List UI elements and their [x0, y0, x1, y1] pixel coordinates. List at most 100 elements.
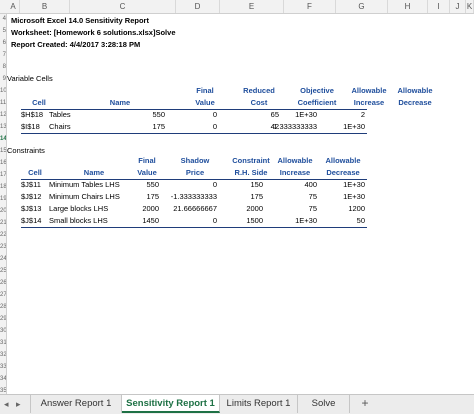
vc-header-objective[interactable]: Objective	[291, 86, 343, 96]
row-header[interactable]: 17	[0, 170, 6, 181]
row-header[interactable]: 15	[0, 146, 6, 157]
con-row-2-final[interactable]: 175	[133, 192, 159, 202]
column-header-f[interactable]: F	[284, 0, 336, 13]
tab-scroll-left-icon[interactable]: ◂	[4, 398, 9, 410]
row-header[interactable]: 21	[0, 218, 6, 229]
row-header[interactable]: 26	[0, 278, 6, 289]
column-header-i[interactable]: I	[428, 0, 450, 13]
con-header-allowable-dec[interactable]: Allowable	[319, 156, 367, 166]
vc-row-1-decrease[interactable]: 2	[317, 110, 365, 120]
column-header-b[interactable]: B	[20, 0, 70, 13]
variable-cells-label[interactable]: Variable Cells	[7, 74, 53, 84]
vc-header-name[interactable]: Name	[67, 98, 173, 108]
con-row-3-cell[interactable]: $J$13	[21, 204, 41, 214]
con-row-2-increase[interactable]: 75	[269, 192, 317, 202]
con-row-3-increase[interactable]: 75	[269, 204, 317, 214]
row-header[interactable]: 31	[0, 338, 6, 349]
vc-row-2-reduced[interactable]: 0	[183, 122, 217, 132]
con-row-2-rhs[interactable]: 175	[221, 192, 263, 202]
row-header[interactable]: 16	[0, 158, 6, 169]
row-header[interactable]: 32	[0, 350, 6, 361]
vc-header-decrease[interactable]: Decrease	[395, 98, 435, 108]
row-header[interactable]: 27	[0, 290, 6, 301]
con-row-1-cell[interactable]: $J$11	[21, 180, 41, 190]
row-header[interactable]: 9	[0, 74, 6, 85]
con-header-final[interactable]: Final	[125, 156, 169, 166]
tab-solve[interactable]: Solve	[298, 395, 350, 413]
row-header[interactable]: 8	[0, 62, 6, 73]
vc-header-allowable-dec[interactable]: Allowable	[395, 86, 435, 96]
row-header[interactable]: 33	[0, 362, 6, 373]
column-header-d[interactable]: D	[176, 0, 220, 13]
report-title[interactable]: Microsoft Excel 14.0 Sensitivity Report	[11, 16, 149, 26]
con-header-price[interactable]: Price	[171, 168, 219, 178]
con-row-4-cell[interactable]: $J$14	[21, 216, 41, 226]
con-row-3-name[interactable]: Large blocks LHS	[49, 204, 108, 214]
con-header-value[interactable]: Value	[125, 168, 169, 178]
row-header[interactable]: 25	[0, 266, 6, 277]
row-header[interactable]: 14	[0, 134, 6, 145]
con-row-1-rhs[interactable]: 150	[221, 180, 263, 190]
report-created[interactable]: Report Created: 4/4/2017 3:28:18 PM	[11, 40, 140, 50]
con-row-2-shadow[interactable]: -1.333333333	[163, 192, 217, 202]
row-header[interactable]: 19	[0, 194, 6, 205]
row-header[interactable]: 20	[0, 206, 6, 217]
con-row-2-name[interactable]: Minimum Chairs LHS	[49, 192, 120, 202]
row-header[interactable]: 12	[0, 110, 6, 121]
row-header[interactable]: 11	[0, 98, 6, 109]
con-header-cell[interactable]: Cell	[21, 168, 49, 178]
con-row-2-cell[interactable]: $J$12	[21, 192, 41, 202]
row-header[interactable]: 5	[0, 26, 6, 37]
vc-header-value[interactable]: Value	[183, 98, 227, 108]
column-header-a[interactable]: A	[7, 0, 20, 13]
con-row-1-decrease[interactable]: 1E+30	[317, 180, 365, 190]
tab-sensitivity-report-1[interactable]: Sensitivity Report 1	[122, 395, 220, 413]
constraints-label[interactable]: Constraints	[7, 146, 45, 156]
con-row-4-name[interactable]: Small blocks LHS	[49, 216, 108, 226]
con-row-1-shadow[interactable]: 0	[163, 180, 217, 190]
column-header-e[interactable]: E	[220, 0, 284, 13]
vc-row-2-final[interactable]: 175	[143, 122, 165, 132]
vc-row-2-decrease[interactable]: 1E+30	[317, 122, 365, 132]
column-header-g[interactable]: G	[336, 0, 388, 13]
sheet-grid[interactable]: Microsoft Excel 14.0 Sensitivity Report …	[7, 14, 474, 394]
row-header[interactable]: 4	[0, 14, 6, 25]
row-header[interactable]: 24	[0, 254, 6, 265]
con-row-4-decrease[interactable]: 50	[317, 216, 365, 226]
vc-row-1-cell[interactable]: $H$18	[21, 110, 43, 120]
row-header[interactable]: 34	[0, 374, 6, 385]
con-row-1-final[interactable]: 550	[133, 180, 159, 190]
vc-header-cell[interactable]: Cell	[21, 98, 57, 108]
vc-row-1-final[interactable]: 550	[143, 110, 165, 120]
vc-row-1-increase[interactable]: 1E+30	[269, 110, 317, 120]
con-row-3-final[interactable]: 2000	[133, 204, 159, 214]
con-header-decrease[interactable]: Decrease	[319, 168, 367, 178]
vc-header-increase[interactable]: Increase	[343, 98, 395, 108]
tab-scroll-right-icon[interactable]: ▸	[16, 398, 21, 410]
column-header-c[interactable]: C	[70, 0, 176, 13]
add-sheet-button[interactable]: +	[352, 395, 378, 413]
column-header-k[interactable]: K	[466, 0, 474, 13]
con-header-shadow[interactable]: Shadow	[171, 156, 219, 166]
con-row-1-name[interactable]: Minimum Tables LHS	[49, 180, 120, 190]
tab-answer-report-1[interactable]: Answer Report 1	[30, 395, 122, 413]
column-header-j[interactable]: J	[450, 0, 466, 13]
vc-row-2-name[interactable]: Chairs	[49, 122, 71, 132]
vc-row-2-cell[interactable]: $I$18	[21, 122, 40, 132]
con-row-4-increase[interactable]: 1E+30	[269, 216, 317, 226]
vc-header-reduced[interactable]: Reduced	[227, 86, 291, 96]
vc-header-allowable-inc[interactable]: Allowable	[343, 86, 395, 96]
con-row-4-final[interactable]: 1450	[133, 216, 159, 226]
row-header[interactable]: 29	[0, 314, 6, 325]
vc-header-coefficient[interactable]: Coefficient	[291, 98, 343, 108]
vc-row-1-reduced[interactable]: 0	[183, 110, 217, 120]
row-header[interactable]: 6	[0, 38, 6, 49]
row-header[interactable]: 18	[0, 182, 6, 193]
con-row-3-shadow[interactable]: 21.66666667	[163, 204, 217, 214]
row-header[interactable]: 13	[0, 122, 6, 133]
row-header[interactable]: 7	[0, 50, 6, 61]
con-row-1-increase[interactable]: 400	[269, 180, 317, 190]
vc-row-2-increase[interactable]: 1.333333333	[269, 122, 317, 132]
con-row-3-decrease[interactable]: 1200	[317, 204, 365, 214]
report-worksheet[interactable]: Worksheet: [Homework 6 solutions.xlsx]So…	[11, 28, 176, 38]
